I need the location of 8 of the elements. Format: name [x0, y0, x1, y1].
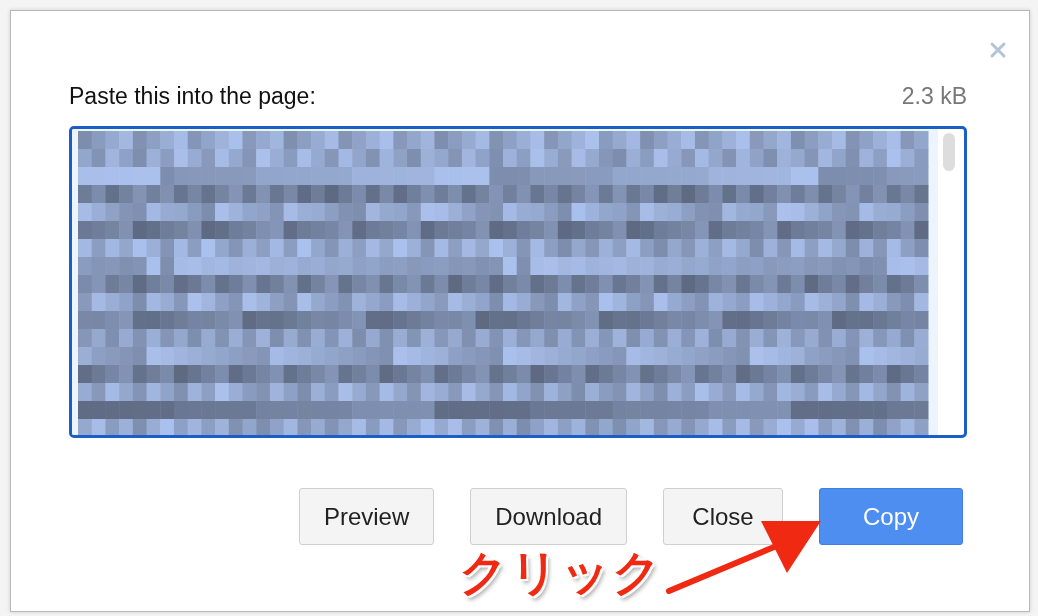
- annotation-label: クリック: [459, 543, 663, 602]
- download-button[interactable]: Download: [470, 488, 627, 545]
- close-icon[interactable]: [989, 41, 1007, 59]
- file-size: 2.3 kB: [901, 83, 967, 110]
- scrollbar-thumb[interactable]: [943, 133, 955, 171]
- dialog-title: Paste this into the page:: [69, 83, 316, 110]
- close-button[interactable]: Close: [663, 488, 783, 545]
- preview-button[interactable]: Preview: [298, 488, 435, 545]
